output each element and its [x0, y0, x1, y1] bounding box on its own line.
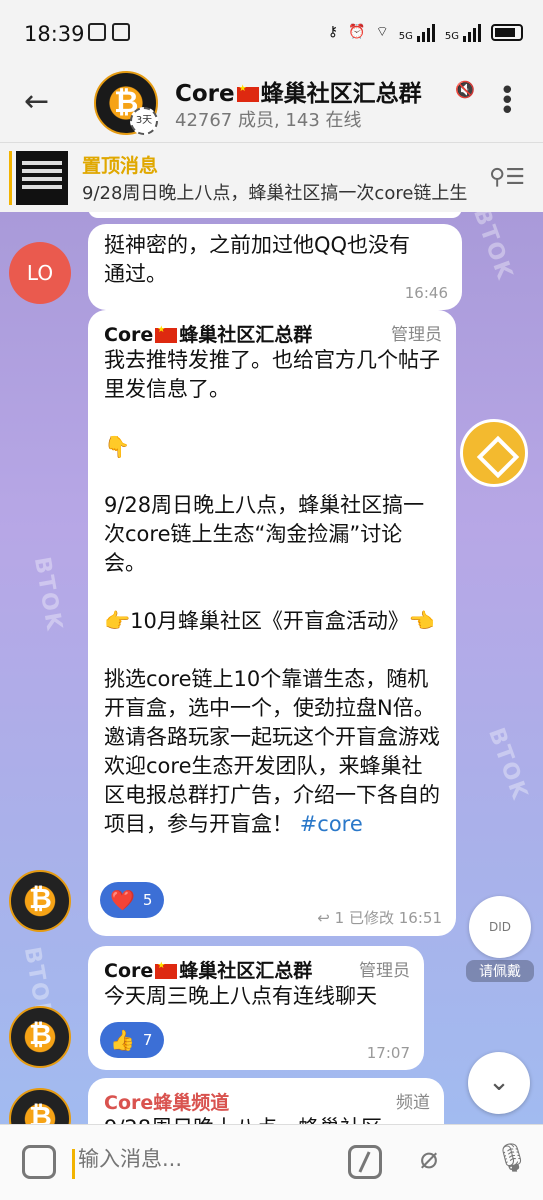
wifi-icon: ⌔ [375, 24, 389, 40]
role-badge: 管理员 [359, 961, 410, 981]
group-title[interactable]: Core 蜂巢社区汇总群 [175, 74, 422, 108]
pinned-accent-bar [9, 151, 12, 205]
key-icon: ⚷ [327, 24, 339, 40]
message-paragraph: 我去推特发推了。也给官方几个帖子里发信息了。 [104, 348, 440, 401]
message-time: 17:07 [366, 1044, 410, 1062]
bitcoin-logo-icon: ₿ [29, 882, 52, 915]
sender-name[interactable]: Core 蜂巢社区汇总群 [104, 320, 312, 347]
app-notification-icon [88, 23, 106, 41]
bitcoin-logo-icon: ₿ [29, 1018, 52, 1051]
bnb-floating-icon[interactable] [460, 419, 528, 487]
did-heart-icon: DID [469, 896, 531, 958]
role-badge: 频道 [396, 1093, 430, 1113]
back-arrow-icon[interactable]: ← [24, 84, 49, 119]
sender-suffix: 蜂巢社区汇总群 [179, 960, 313, 982]
reply-count: 1 [334, 909, 345, 927]
message-text: 9/28周日晚上八点，蜂巢社区 [104, 1114, 382, 1124]
status-right: ⚷ ⏰ ⌔ 5G 5G [328, 22, 523, 42]
china-flag-icon [155, 325, 178, 343]
mute-icon: 🔇 [455, 80, 475, 99]
more-icon[interactable]: • • • [500, 78, 515, 124]
watermark-icon: BTOK [468, 212, 518, 285]
text-cursor [72, 1149, 75, 1179]
message-bubble[interactable]: Core 蜂巢社区汇总群 管理员 我去推特发推了。也给官方几个帖子里发信息了。 👇… [88, 310, 456, 936]
signal-icon: 5G [399, 22, 435, 42]
mic-icon[interactable]: 🎙 [494, 1141, 530, 1174]
notification-icons [88, 23, 130, 41]
sender-suffix: 蜂巢社区汇总群 [179, 324, 313, 346]
message-paragraph: 挑选core链上10个靠谱生态，随机开盲盒，选中一个，使劲拉盘N倍。 邀请各路玩… [104, 665, 440, 839]
message-bubble[interactable]: Core蜂巢频道 频道 9/28周日晚上八点，蜂巢社区 [88, 1078, 444, 1124]
watermark-icon: BTOK [28, 555, 67, 634]
bitcoin-logo-icon: ₿ [29, 1100, 52, 1124]
message-bubble-partial [88, 212, 462, 218]
sender-name[interactable]: Core 蜂巢社区汇总群 [104, 956, 312, 983]
message-text: 我去推特发推了。也给官方几个帖子里发信息了。 👇 9/28周日晚上八点，蜂巢社区… [104, 346, 440, 839]
watermark-icon: BTOK [483, 724, 533, 805]
pinned-label: 置顶消息 [82, 155, 159, 177]
message-time: 16:46 [404, 284, 448, 302]
avatar[interactable]: ₿ [9, 1006, 71, 1068]
sender-prefix: Core [104, 960, 154, 982]
reaction-count: 7 [142, 1031, 153, 1049]
role-badge: 管理员 [391, 325, 442, 345]
alarm-icon: ⏰ [348, 24, 366, 40]
message-paragraph-text: 挑选core链上10个靠谱生态，随机开盲盒，选中一个，使劲拉盘N倍。 邀请各路玩… [104, 667, 440, 836]
heart-icon: ❤️ [110, 888, 135, 912]
avatar[interactable]: ₿ [9, 870, 71, 932]
title-prefix: Core [175, 81, 235, 107]
chat-area[interactable]: BTOK BTOK BTOK BTOK LO 挺神密的，之前加过他QQ也没有通过… [0, 212, 543, 1124]
chevron-down-icon[interactable]: ⌄ [468, 1052, 530, 1114]
signal-2-icon: 5G [445, 22, 481, 42]
message-time: 16:51 [398, 909, 442, 927]
message-input-bar: ⌀ 🎙 [0, 1124, 543, 1200]
pointing-down-emoji: 👇 [104, 435, 131, 459]
title-suffix: 蜂巢社区汇总群 [260, 81, 422, 107]
message-text: 挺神密的，之前加过他QQ也没有通过。 [104, 233, 411, 286]
battery-icon [491, 23, 523, 41]
edited-label: 已修改 [348, 909, 394, 927]
sender-prefix: Core [104, 324, 154, 346]
unpin-icon[interactable]: ⚲☰ [489, 165, 525, 190]
message-paragraph: 9/28周日晚上八点，蜂巢社区搞一次core链上生态“淘金捡漏”讨论会。 [104, 493, 425, 575]
attach-icon[interactable]: ⌀ [420, 1141, 438, 1176]
status-bar: 18:39 ⚷ ⏰ ⌔ 5G 5G [0, 0, 543, 66]
message-bubble[interactable]: 挺神密的，之前加过他QQ也没有通过。 16:46 [88, 224, 462, 310]
chat-header: ← ₿ 3天 Core蜂巢社区汇总群 🔇 42767 成员, 143 在线 ••… [0, 66, 543, 142]
message-meta: ↩ 1 已修改 16:51 [317, 907, 442, 928]
emoji-icon[interactable] [22, 1145, 56, 1179]
china-flag-icon [236, 84, 259, 102]
reaction-thumbs-up[interactable]: 👍 7 [100, 1022, 165, 1058]
message-bubble[interactable]: Core 蜂巢社区汇总群 管理员 今天周三晚上八点有连线聊天 👍 7 17:07 [88, 946, 424, 1070]
reaction-heart[interactable]: ❤️ 5 [100, 882, 165, 918]
reaction-count: 5 [142, 891, 153, 909]
auto-delete-timer-badge: 3天 [130, 107, 158, 135]
pinned-thumbnail [16, 151, 68, 205]
channel-name[interactable]: Core蜂巢频道 [104, 1088, 229, 1115]
message-text: 今天周三晚上八点有连线聊天 [104, 984, 377, 1008]
pinned-message-bar[interactable]: 置顶消息 9/28周日晚上八点，蜂巢社区搞一次core链上生态“淘金捡漏”讨论会… [0, 142, 543, 212]
pinned-text: 9/28周日晚上八点，蜂巢社区搞一次core链上生态“淘金捡漏”讨论会。 [82, 183, 467, 204]
did-label: 请佩戴 [466, 960, 534, 982]
reply-icon: ↩ [317, 909, 330, 927]
avatar[interactable]: ₿ [9, 1088, 71, 1124]
thumbs-up-icon: 👍 [110, 1028, 135, 1052]
vpn-icon [112, 23, 130, 41]
china-flag-icon [155, 961, 178, 979]
status-time: 18:39 [24, 22, 85, 46]
did-widget[interactable]: DID 请佩戴 [466, 896, 534, 982]
hashtag-link[interactable]: #core [300, 812, 363, 836]
message-input[interactable] [78, 1147, 328, 1171]
command-icon[interactable] [348, 1145, 382, 1179]
avatar[interactable]: LO [9, 242, 71, 304]
member-count: 42767 成员, 143 在线 [175, 110, 362, 131]
message-paragraph: 👉10月蜂巢社区《开盲盒活动》👈 [104, 609, 436, 633]
